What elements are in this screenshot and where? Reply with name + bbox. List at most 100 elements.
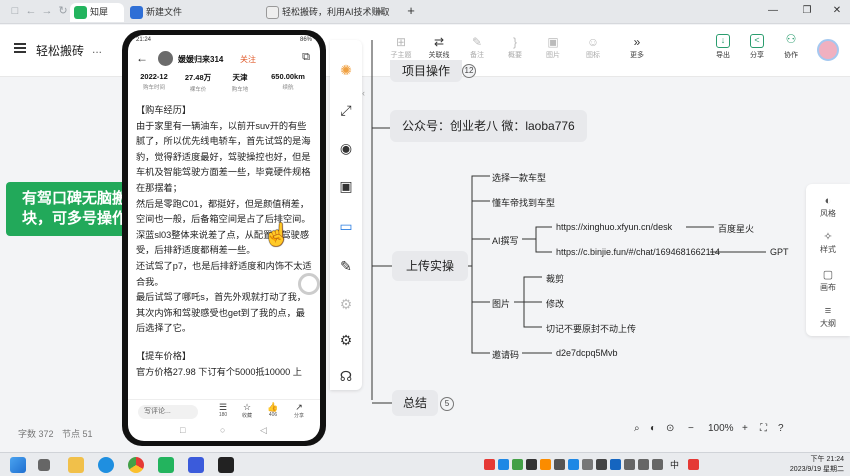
ime-indicator[interactable]: 中	[670, 458, 679, 471]
antivirus-icon[interactable]	[688, 459, 699, 470]
floating-assistive-button[interactable]	[298, 273, 320, 295]
theme-icon[interactable]: ◐	[650, 420, 656, 438]
locate-icon[interactable]: ⊙	[666, 420, 674, 438]
node-count-badge[interactable]: 12	[462, 64, 476, 78]
post-paragraph: 由于家里有一辆油车，以前开suv开的有些腻了，所以优先线电轿车，首先试驾的是海豹…	[136, 120, 311, 193]
thumbs-up-icon: 👍	[267, 402, 279, 412]
tray-app-icon[interactable]	[484, 459, 495, 470]
fit-screen-icon[interactable]: ⛶	[760, 420, 767, 438]
leaf-ai-link-xinghuo[interactable]: https://xinghuo.xfyun.cn/desk	[556, 222, 672, 232]
comments-action[interactable]: ☰ 180	[212, 402, 234, 418]
mindmap-node-wechat[interactable]: 公众号：创业老八 微：laoba776	[390, 110, 587, 142]
recents-icon[interactable]: □	[180, 425, 185, 435]
leaf-gpt-tag[interactable]: GPT	[770, 247, 789, 257]
network-icon[interactable]	[638, 459, 649, 470]
mindmap-node-project-ops[interactable]: 项目操作	[390, 60, 463, 82]
stat-key: 裸车价	[189, 87, 207, 93]
tray-app-icon[interactable]	[526, 459, 537, 470]
canvas-tab[interactable]: ▢ 画布	[806, 268, 850, 293]
zoom-in-button[interactable]: +	[742, 420, 748, 438]
tray-app-icon[interactable]	[512, 459, 523, 470]
stat-key: 购车地	[231, 87, 249, 93]
clock[interactable]: 下午 21:24 2023/9/19 星期二	[790, 455, 844, 475]
leaf-find-car[interactable]: 懂车帝找到车型	[492, 196, 555, 209]
robot-icon[interactable]: ⚙	[338, 296, 354, 312]
leaf-image[interactable]: 图片	[492, 297, 510, 310]
task-view-icon[interactable]	[38, 459, 50, 471]
node-label: 总结	[402, 396, 427, 410]
zhixi-taskbar-icon[interactable]	[158, 457, 174, 473]
leaf-edit[interactable]: 修改	[546, 297, 564, 310]
leaf-ai-link-gpt[interactable]: https://c.binjie.fun/#/chat/169468166211…	[556, 247, 720, 257]
share-square-icon[interactable]: ⧉	[302, 51, 310, 64]
like-action[interactable]: 👍 406	[262, 402, 284, 418]
search-icon[interactable]: ⌕	[634, 420, 640, 438]
share-action[interactable]: ↗ 分享	[288, 402, 310, 419]
comment-input[interactable]: 写评论...	[138, 405, 198, 419]
stat-key: 购车时间	[142, 85, 165, 91]
leaf-note[interactable]: 切记不要原封不动上传	[546, 322, 636, 335]
favorite-action[interactable]: ☆ 收藏	[236, 402, 258, 419]
outline-tab[interactable]: ≡ 大纲	[806, 304, 850, 329]
format-icon: ✧	[823, 231, 833, 243]
screen-mirror-taskbar-icon[interactable]	[218, 457, 234, 473]
node-label: 上传实操	[405, 259, 454, 273]
help-icon[interactable]: ?	[778, 420, 784, 438]
leaf-ai-write[interactable]: AI撰写	[492, 234, 519, 247]
author-name[interactable]: 媛媛归来314	[178, 54, 223, 65]
battery-icon[interactable]	[624, 459, 635, 470]
mindmap-node-summary[interactable]: 总结	[392, 390, 438, 416]
stat-key: 续航	[282, 85, 294, 91]
bluetooth-icon[interactable]	[610, 459, 621, 470]
star-icon: ☆	[242, 402, 252, 412]
tray-app-icon[interactable]	[498, 459, 509, 470]
video-record-icon[interactable]: ▣	[338, 178, 354, 194]
camera-icon[interactable]: ◉	[338, 140, 354, 156]
pen-icon[interactable]: ✎	[338, 258, 354, 274]
leaf-pick-car[interactable]: 选择一款车型	[492, 171, 546, 184]
tray-app-icon[interactable]	[540, 459, 551, 470]
back-triangle-icon[interactable]: ◁	[260, 425, 267, 436]
format-tab[interactable]: ✧ 样式	[806, 230, 850, 255]
style-tab[interactable]: ◐ 风格	[806, 194, 850, 219]
leaf-invite-code[interactable]: d2e7dcpq5Mvb	[556, 348, 618, 358]
home-icon[interactable]: ○	[220, 425, 225, 435]
car-stats: 2022-12 购车时间 27.48万 裸车价 天津 购车地 650.00km …	[128, 72, 320, 94]
share-arrow-icon: ↗	[295, 402, 303, 412]
comment-icon: ☰	[218, 402, 228, 412]
volume-icon[interactable]	[652, 459, 663, 470]
author-avatar[interactable]	[158, 51, 173, 66]
side-label: 风格	[820, 209, 836, 218]
tray-app-icon[interactable]	[582, 459, 593, 470]
zoom-out-button[interactable]: −	[688, 420, 694, 438]
start-windows-icon[interactable]	[10, 457, 26, 473]
sparkle-icon[interactable]: ✺	[338, 62, 354, 78]
phone-battery: 86%	[299, 37, 312, 43]
leaf-invite[interactable]: 邀请码	[492, 348, 519, 361]
post-header: ← 媛媛归来314 关注 ⧉	[128, 48, 320, 70]
app-taskbar-icon[interactable]	[188, 457, 204, 473]
edge-browser-icon[interactable]	[98, 457, 114, 473]
file-explorer-icon[interactable]	[68, 457, 84, 473]
android-nav-bar: □ ○ ◁	[128, 423, 320, 439]
back-arrow-icon[interactable]: ←	[136, 51, 148, 65]
zoom-level[interactable]: 100%	[708, 420, 734, 438]
summary-count-badge[interactable]: 5	[440, 397, 454, 411]
banner-line-2: 块，可多号操作	[22, 210, 128, 227]
settings-icon[interactable]: ⚙	[338, 332, 354, 348]
tray-app-icon[interactable]	[554, 459, 565, 470]
collapse-strip-icon[interactable]: ‹	[362, 88, 372, 102]
fullscreen-icon[interactable]: ⤢	[338, 102, 354, 118]
word-count: 字数 372	[18, 429, 54, 439]
tray-app-icon[interactable]	[568, 459, 579, 470]
tray-app-icon[interactable]	[596, 459, 607, 470]
leaf-crop[interactable]: 裁剪	[546, 272, 564, 285]
chrome-icon[interactable]	[128, 457, 144, 473]
headset-icon[interactable]: ☊	[338, 368, 354, 384]
leaf-xinghuo-tag[interactable]: 百度星火	[718, 222, 754, 235]
phone-screen[interactable]: 21:24 86% ← 媛媛归来314 关注 ⧉ 2022-12 购车时间 27…	[128, 35, 320, 441]
node-count: 节点 51	[62, 429, 93, 439]
follow-button[interactable]: 关注	[240, 54, 256, 65]
screen-cast-icon[interactable]: ▭	[338, 218, 354, 234]
mindmap-node-upload[interactable]: 上传实操	[392, 251, 468, 281]
